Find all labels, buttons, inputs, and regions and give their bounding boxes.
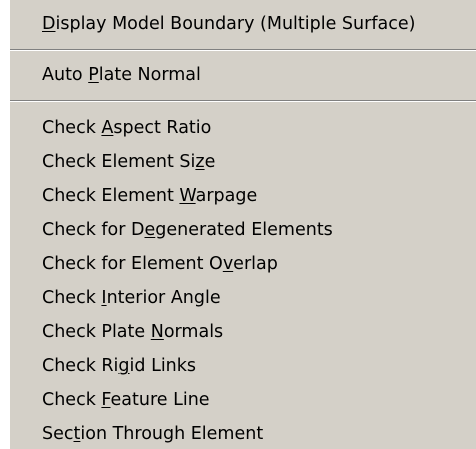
menu-item-label-post: isplay Model Boundary (Multiple Surface) <box>55 14 416 34</box>
menu-item-label-pre: Check <box>42 118 102 138</box>
menu-item-check-plate-normals[interactable]: Check Plate Normals <box>42 317 223 347</box>
menu-item-mnemonic: D <box>42 14 56 34</box>
menu-item-mnemonic: P <box>88 65 99 85</box>
menu-item-mnemonic: z <box>195 152 205 172</box>
menu-separator <box>10 100 476 102</box>
menu-item-label-pre: Check for D <box>42 220 145 240</box>
menu-item-mnemonic: A <box>101 118 114 138</box>
menu-item-auto-plate-normal[interactable]: Auto Plate Normal <box>42 60 201 90</box>
menu-item-label-post: spect Ratio <box>113 118 212 138</box>
menu-item-label-pre: Check for Element O <box>42 254 223 274</box>
menu-item-check-feature-line[interactable]: Check Feature Line <box>42 385 210 415</box>
menu-item-mnemonic: e <box>144 220 156 240</box>
menu-item-label-post: ion Through Element <box>80 424 264 444</box>
menu-item-check-interior-angle[interactable]: Check Interior Angle <box>42 283 221 313</box>
menu-item-label-pre: Check <box>42 390 102 410</box>
menu-item-mnemonic: F <box>101 390 111 410</box>
menu-item-label-post: ormals <box>163 322 224 342</box>
menu-item-label-pre: Check Element Si <box>42 152 196 172</box>
menu-item-mnemonic: v <box>222 254 234 274</box>
menu-item-check-element-overlap[interactable]: Check for Element Overlap <box>42 249 278 279</box>
menu-item-label-post: late Normal <box>98 65 201 85</box>
menu-item-label-post: nterior Angle <box>106 288 221 308</box>
menu-item-label-post: generated Elements <box>155 220 333 240</box>
menu-separator <box>10 49 476 51</box>
menu-item-mnemonic: N <box>150 322 164 342</box>
menu-item-check-aspect-ratio[interactable]: Check Aspect Ratio <box>42 113 211 143</box>
menu-item-label-post: id Links <box>129 356 197 376</box>
context-menu: Display Model Boundary (Multiple Surface… <box>9 0 476 449</box>
menu-item-label-pre: Check Ri <box>42 356 119 376</box>
menu-item-mnemonic: g <box>118 356 130 376</box>
menu-item-check-rigid-links[interactable]: Check Rigid Links <box>42 351 196 381</box>
menu-item-label-pre: Sec <box>42 424 74 444</box>
menu-item-label-pre: Check Element <box>42 186 180 206</box>
menu-item-check-element-warpage[interactable]: Check Element Warpage <box>42 181 257 211</box>
menu-item-check-element-size[interactable]: Check Element Size <box>42 147 215 177</box>
menu-item-label-post: erlap <box>233 254 278 274</box>
menu-item-check-degenerated-elements[interactable]: Check for Degenerated Elements <box>42 215 333 245</box>
menu-item-mnemonic: W <box>179 186 196 206</box>
menu-item-label-post: e <box>204 152 216 172</box>
menu-item-section-through-element[interactable]: Section Through Element <box>42 419 263 449</box>
menu-item-label-post: arpage <box>195 186 258 206</box>
menu-item-label-pre: Check <box>42 288 102 308</box>
menu-item-display-model-boundary[interactable]: Display Model Boundary (Multiple Surface… <box>42 9 415 39</box>
menu-item-label-post: eature Line <box>110 390 210 410</box>
menu-item-label-pre: Auto <box>42 65 89 85</box>
menu-item-label-pre: Check Plate <box>42 322 151 342</box>
